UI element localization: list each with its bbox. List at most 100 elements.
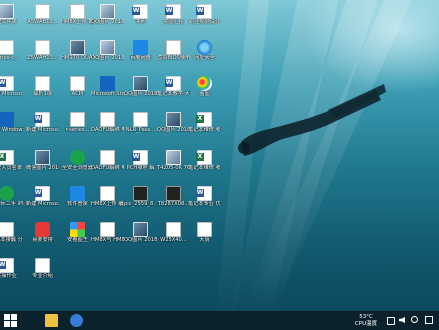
- internet-explorer-icon: [197, 40, 212, 55]
- desktop-icon[interactable]: 安看图王: [61, 222, 94, 253]
- desktop-icon[interactable]: 鲁大师二手 iPhone: [0, 186, 23, 217]
- desktop-icon-label: 软件管家: [67, 201, 88, 207]
- image-file-icon: [133, 186, 148, 201]
- desktop-icon[interactable]: 笔记本维修 考核方案...: [188, 112, 221, 143]
- desktop-icon[interactable]: W25X40...: [157, 222, 190, 253]
- desktop-icon-label: pic_2559_8...: [124, 201, 157, 207]
- desktop-icon[interactable]: 实验汇报: [157, 4, 190, 35]
- desktop-icon[interactable]: DAOFU解绑 电脑: [91, 150, 124, 181]
- microsoft-store-icon: [100, 76, 115, 91]
- desktop-icon[interactable]: 全安全浏览器: [61, 150, 94, 181]
- desktop-icon[interactable]: 实操作业: [0, 258, 23, 289]
- desktop-icon-label: 笔记本维修 考核方案...: [188, 165, 221, 171]
- desktop-icon[interactable]: ACPI: [61, 76, 94, 107]
- desktop-icon-label: 新建 Microso...: [26, 127, 59, 133]
- word-document-icon: [165, 4, 181, 19]
- word-document-icon: [196, 186, 212, 201]
- desktop-icon-label: QQ图片 2018040...: [124, 91, 157, 97]
- utorrent-icon: [0, 186, 14, 201]
- desktop-icon[interactable]: HM8X上传 编程: [91, 186, 124, 217]
- desktop-icon[interactable]: 画图: [188, 76, 221, 107]
- desktop-icon[interactable]: 笔记本接触 分享: [0, 222, 23, 253]
- desktop-icon[interactable]: 笔记本专业 优势: [188, 186, 221, 217]
- desktop-icon[interactable]: 易要安排: [26, 222, 59, 253]
- document-icon: [197, 222, 212, 237]
- desktop-icon[interactable]: Z5WAH13...: [26, 40, 59, 71]
- desktop-icon[interactable]: A5WAB13...: [26, 4, 59, 35]
- desktop-icon-label: PCH接地 解: [126, 165, 155, 171]
- desktop-icon[interactable]: 笔记本教学 大纲: [157, 76, 190, 107]
- desktop-icon-label: 易要安排: [32, 237, 53, 243]
- notification-icon[interactable]: [425, 316, 433, 324]
- volume-icon[interactable]: [399, 317, 405, 323]
- desktop-icon-label: 笔记本维修 考核方案...: [188, 127, 221, 133]
- document-icon: [166, 40, 181, 55]
- desktop-icon-label: 虚拟BIOS使用: [157, 55, 190, 61]
- image-file-icon: [100, 40, 115, 55]
- tencent-software-icon: [70, 186, 85, 201]
- desktop-icon-label: HM170 QUANDA...: [61, 55, 94, 61]
- desktop-icon[interactable]: HM170 QUANDA...: [61, 40, 94, 71]
- desktop-icon[interactable]: 网址大全: [188, 40, 221, 71]
- desktop-icon-label: 新建 Microso...: [0, 91, 23, 97]
- document-icon: [70, 4, 85, 19]
- desktop-icon[interactable]: 微软 Windows...: [0, 112, 23, 143]
- desktop-icon[interactable]: T4205-0K 76: [157, 150, 190, 181]
- desktop-icon[interactable]: 笔记本维修 考核方案...: [188, 150, 221, 181]
- desktop-icon[interactable]: 职业规划设计: [188, 4, 221, 35]
- desktop-icon[interactable]: 虚拟BIOS使用: [157, 40, 190, 71]
- desktop-icon[interactable]: QQ图片 2018040...: [91, 4, 124, 35]
- cpu-temperature-label: CPU温度: [354, 321, 378, 327]
- desktop-icon[interactable]: QQ图片 2018040...: [124, 76, 157, 107]
- desktop-icon-label: 专业介绍: [32, 273, 53, 279]
- desktop-icon[interactable]: 解析1课: [26, 76, 59, 107]
- document-icon: [166, 222, 181, 237]
- browser-icon[interactable]: [70, 314, 83, 327]
- desktop-icon[interactable]: 专业介绍: [26, 258, 59, 289]
- desktop-icon[interactable]: 大厨: [188, 222, 221, 253]
- desktop-icon[interactable]: 新建 Microso...: [26, 186, 59, 217]
- desktop-icon[interactable]: QQ图片 2018040...: [91, 40, 124, 71]
- windows-start-icon[interactable]: [4, 314, 17, 327]
- network-icon[interactable]: [387, 317, 395, 325]
- desktop-icon-label: r-series...: [65, 127, 90, 133]
- desktop-icon[interactable]: HM8X与 HM8X上...: [91, 222, 124, 253]
- desktop-icon-label: DAOFU解绑 电脑: [91, 165, 124, 171]
- desktop-icon[interactable]: pic_2559_8...: [124, 186, 157, 217]
- desktop-icon-label: 大厨: [199, 237, 210, 243]
- desktop-icon[interactable]: 黄安人员名单: [0, 150, 23, 181]
- word-document-icon: [0, 76, 14, 91]
- browser-icon: [70, 150, 85, 165]
- desktop-icon[interactable]: DAOFU解绑 电脑: [91, 112, 124, 143]
- input-method-icon[interactable]: [411, 316, 418, 323]
- desktop-icon-label: 微软 Windows...: [0, 127, 23, 133]
- desktop-icon[interactable]: 建文件夹: [0, 4, 23, 35]
- desktop-icon[interactable]: 新建 Microso...: [0, 76, 23, 107]
- desktop-icon[interactable]: QQ图片 2018040...: [124, 222, 157, 253]
- desktop-icon-label: HM8X上传 编程: [91, 201, 124, 207]
- desktop-icon[interactable]: 新建 Microso...: [26, 112, 59, 143]
- document-icon: [0, 40, 14, 55]
- desktop-icon[interactable]: T8287X08...: [157, 186, 190, 217]
- document-icon: [35, 4, 50, 19]
- desktop-icon-label: NLR_Pass...: [125, 127, 156, 133]
- desktop-icon-label: 实验汇报: [163, 19, 184, 25]
- desktop-icon[interactable]: HM8X上传 截图: [61, 4, 94, 35]
- desktop-icon-label: QQ图片 2018040...: [124, 237, 157, 243]
- desktop-icon[interactable]: 百度网盘: [124, 40, 157, 71]
- desktop-icon-label: 冲利: [135, 19, 146, 25]
- document-icon: [0, 222, 14, 237]
- desktop-icon[interactable]: NLR_Pass...: [124, 112, 157, 143]
- desktop-icon[interactable]: Microsoft Store: [91, 76, 124, 107]
- desktop-icon[interactable]: 微信图片 2018050...: [26, 150, 59, 181]
- desktop-icon[interactable]: series-c...: [0, 40, 23, 71]
- desktop-icon[interactable]: PCH接地 解: [124, 150, 157, 181]
- desktop-icon[interactable]: r-series...: [61, 112, 94, 143]
- file-explorer-icon[interactable]: [45, 314, 58, 327]
- desktop-icon[interactable]: QQ图片 20180505...: [157, 112, 190, 143]
- image-file-icon: [100, 4, 115, 19]
- document-icon: [35, 258, 50, 273]
- desktop-icon[interactable]: 软件管家: [61, 186, 94, 217]
- desktop-icon[interactable]: 冲利: [124, 4, 157, 35]
- desktop-icon-label: 鲁大师二手 iPhone: [0, 201, 23, 207]
